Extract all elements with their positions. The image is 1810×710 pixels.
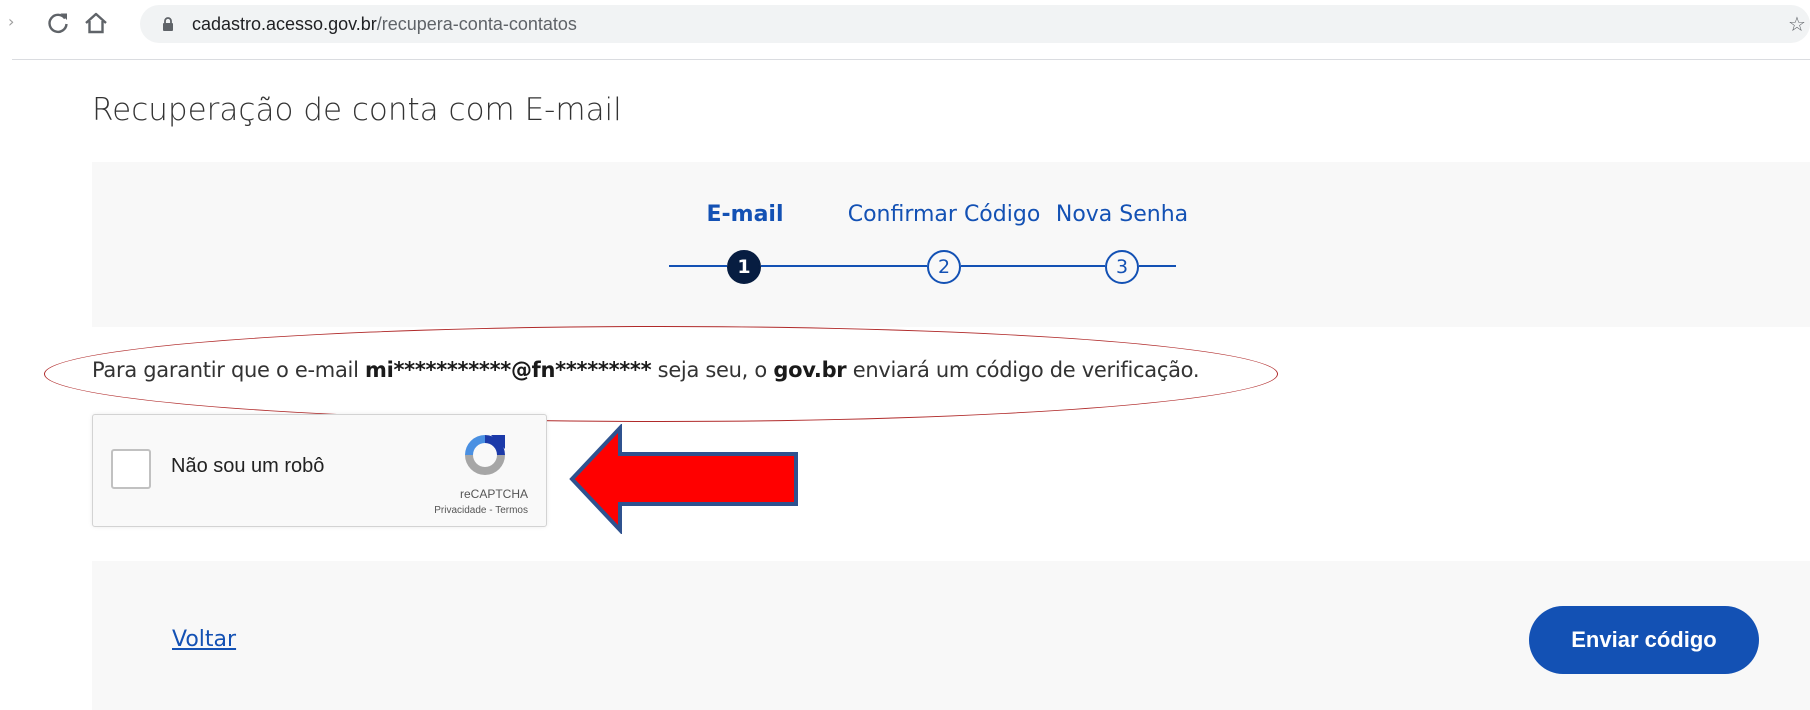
url-host: cadastro.acesso.gov.br bbox=[192, 14, 377, 34]
info-suffix: enviará um código de verificação. bbox=[846, 358, 1200, 382]
red-arrow-annotation bbox=[569, 424, 798, 534]
send-code-button[interactable]: Enviar código bbox=[1529, 606, 1759, 674]
recaptcha-terms-link[interactable]: Termos bbox=[495, 505, 528, 516]
step-number-1: 1 bbox=[727, 250, 761, 284]
recaptcha-link-separator: - bbox=[486, 505, 496, 516]
recaptcha-checkbox[interactable] bbox=[111, 449, 151, 489]
step-label-email: E-mail bbox=[706, 202, 784, 227]
step-label-nova-senha: Nova Senha bbox=[1055, 202, 1189, 227]
url-path: /recupera-conta-contatos bbox=[376, 14, 577, 34]
bookmark-star-icon[interactable]: ☆ bbox=[1784, 5, 1810, 43]
recaptcha-widget: Não sou um robô reCAPTCHA Privacidade - … bbox=[92, 414, 547, 527]
recaptcha-logo-icon bbox=[465, 435, 505, 475]
reload-icon[interactable] bbox=[44, 9, 72, 37]
gov-br-brand: gov.br bbox=[773, 358, 847, 382]
step-label-confirmar-codigo: Confirmar Código bbox=[847, 202, 1041, 227]
back-link[interactable]: Voltar bbox=[172, 627, 236, 652]
info-middle: seja seu, o bbox=[651, 358, 774, 382]
step-connector bbox=[761, 265, 927, 267]
address-bar[interactable]: cadastro.acesso.gov.br/recupera-conta-co… bbox=[140, 5, 1810, 43]
home-icon[interactable] bbox=[82, 9, 110, 37]
verification-info-text: Para garantir que o e-mail mi***********… bbox=[92, 358, 1200, 382]
recaptcha-brand: reCAPTCHA bbox=[459, 487, 528, 501]
recaptcha-links: Privacidade - Termos bbox=[434, 505, 528, 516]
recaptcha-label: Não sou um robô bbox=[171, 455, 325, 477]
action-bar: Voltar Enviar código bbox=[92, 561, 1810, 710]
step-connector bbox=[961, 265, 1105, 267]
step-connector bbox=[669, 265, 727, 267]
lock-icon bbox=[163, 17, 173, 31]
step-connector bbox=[1139, 265, 1176, 267]
chrome-divider bbox=[12, 59, 1810, 60]
browser-toolbar: › cadastro.acesso.gov.br/recupera-conta-… bbox=[0, 0, 1810, 50]
info-prefix: Para garantir que o e-mail bbox=[92, 358, 365, 382]
step-indicator: E-mail Confirmar Código Nova Senha 1 2 3 bbox=[92, 162, 1810, 327]
forward-icon[interactable]: › bbox=[8, 10, 22, 34]
page-title: Recuperação de conta com E-mail bbox=[92, 92, 622, 128]
masked-email-user: mi*********** bbox=[364, 358, 511, 382]
masked-email-domain: @fn********* bbox=[510, 358, 652, 382]
step-number-2: 2 bbox=[927, 250, 961, 284]
step-number-3: 3 bbox=[1105, 250, 1139, 284]
recaptcha-privacy-link[interactable]: Privacidade bbox=[434, 505, 486, 516]
url-text: cadastro.acesso.gov.br/recupera-conta-co… bbox=[192, 5, 577, 43]
